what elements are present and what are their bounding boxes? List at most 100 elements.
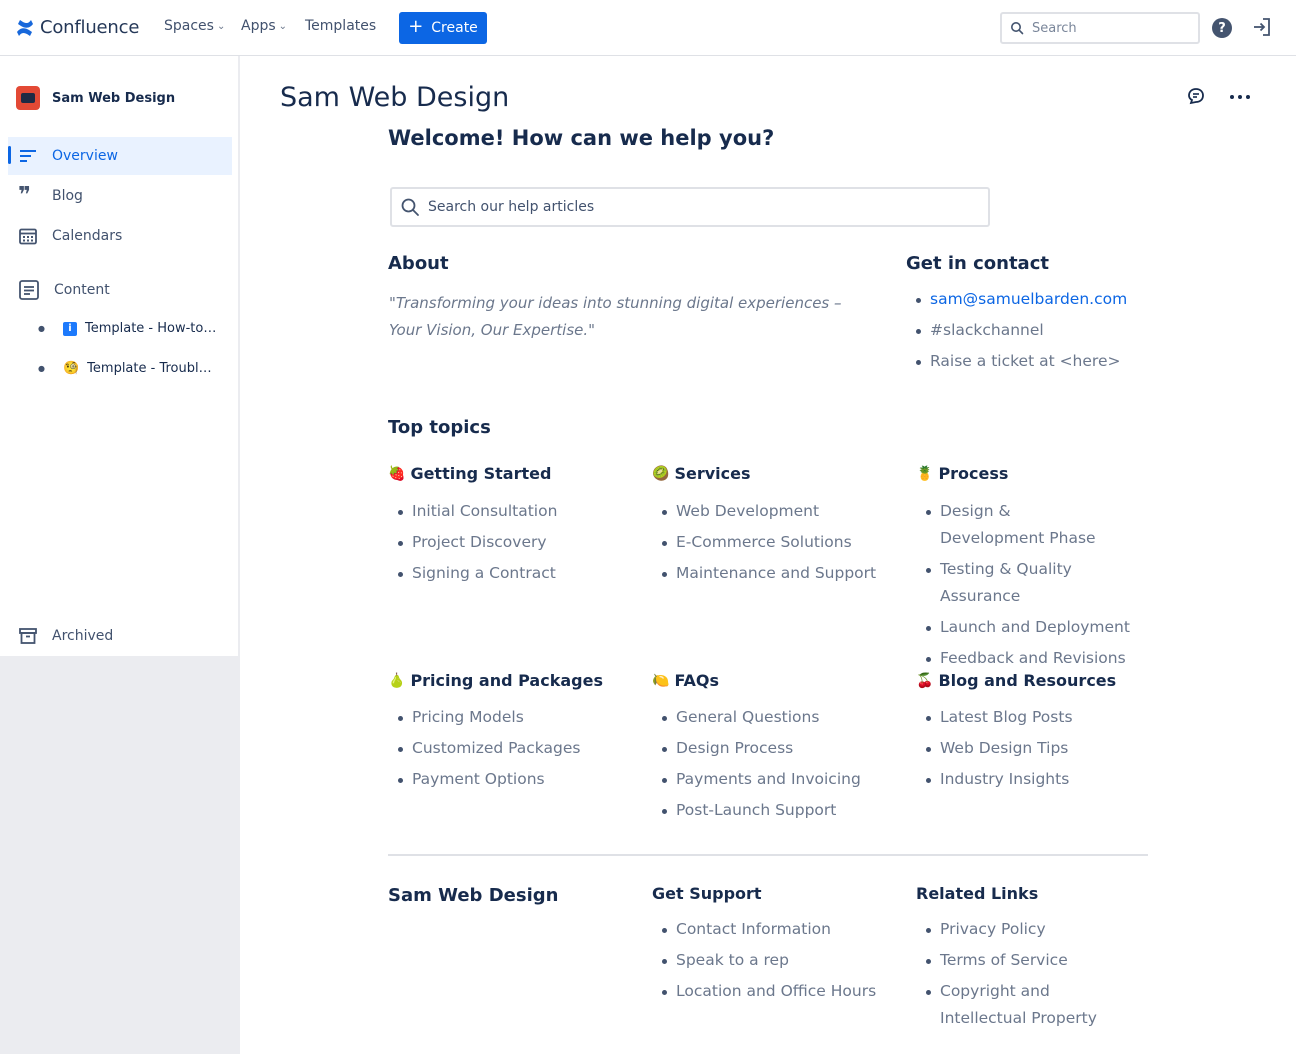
topic-list: Pricing Models Customized Packages Payme… [388,704,580,797]
list-item[interactable]: E-Commerce Solutions [652,529,876,556]
list-item[interactable]: Project Discovery [388,529,557,556]
topic-title: Getting Started [410,464,552,483]
topic-title: FAQs [674,671,720,690]
topic-faqs: 🍋 FAQs [652,671,719,690]
sidebar-child-label: Template - How-to… [84,321,217,336]
confluence-logo-icon [17,19,33,36]
cherries-icon: 🍒 [916,672,934,689]
list-item[interactable]: Contact Information [652,916,876,943]
sidebar-child-howto[interactable]: ● i Template - How-to… [38,321,216,336]
comment-icon[interactable] [1186,86,1206,106]
sidebar-child-label: Template - Troubl… [87,361,212,376]
topic-title: Process [938,464,1009,483]
list-item[interactable]: Payment Options [388,766,580,793]
help-icon[interactable]: ? [1212,18,1232,38]
sign-in-icon[interactable] [1252,17,1272,37]
get-support-heading: Get Support [652,884,762,903]
space-name: Sam Web Design [52,90,176,106]
list-item: Raise a ticket at <here> [906,348,1127,375]
more-actions-icon[interactable] [1228,87,1252,107]
sidebar-item-blog[interactable]: ❞ Blog [8,177,232,215]
list-item[interactable]: Design & Development Phase [916,498,1116,552]
list-item[interactable]: Terms of Service [916,947,1136,974]
templates-link[interactable]: Templates [305,18,376,34]
pineapple-icon: 🍍 [916,465,934,482]
page-title: Sam Web Design [280,82,510,113]
lemon-icon: 🍋 [652,672,670,689]
help-search-input[interactable] [428,199,968,215]
face-emoji-icon: 🧐 [62,361,80,376]
list-item[interactable]: Testing & Quality Assurance [916,556,1156,610]
list-item[interactable]: Payments and Invoicing [652,766,861,793]
list-item: #slackchannel [906,317,1127,344]
search-icon [1011,22,1024,35]
topic-title: Blog and Resources [938,671,1117,690]
content-icon [19,280,39,300]
list-item[interactable]: General Questions [652,704,861,731]
topic-list: Web Development E-Commerce Solutions Mai… [652,498,876,591]
chevron-down-icon: ⌄ [216,20,226,32]
brand-name: Confluence [40,17,140,38]
list-item[interactable]: Feedback and Revisions [916,645,1156,672]
list-item[interactable]: Signing a Contract [388,560,557,587]
quote-icon: ❞ [18,183,31,208]
list-item[interactable]: Web Development [652,498,876,525]
spaces-menu[interactable]: Spaces ⌄ [164,18,225,34]
overview-icon [20,150,36,162]
topic-services: 🥝 Services [652,464,750,483]
bullet-icon: ● [38,364,45,373]
help-search[interactable] [390,187,990,227]
list-item[interactable]: Design Process [652,735,861,762]
list-item[interactable]: sam@samuelbarden.com [906,286,1127,313]
sidebar-item-archived[interactable]: Archived [8,617,232,655]
topic-pricing: 🍐 Pricing and Packages [388,671,603,690]
create-label: Create [431,20,478,36]
email-link[interactable]: sam@samuelbarden.com [930,290,1127,308]
sidebar-item-label: Content [54,282,110,298]
top-topics-heading: Top topics [388,417,491,438]
list-item[interactable]: Web Design Tips [916,735,1073,762]
kiwi-icon: 🥝 [652,465,670,482]
confluence-logo[interactable]: Confluence [16,17,139,38]
apps-label: Apps [241,18,276,34]
welcome-heading: Welcome! How can we help you? [388,126,775,150]
plus-icon: + [408,16,424,37]
global-search[interactable] [1000,12,1200,44]
topic-title: Services [674,464,751,483]
sidebar-item-overview[interactable]: Overview [8,137,232,175]
list-item[interactable]: Post-Launch Support [652,797,861,824]
related-links-list: Privacy Policy Terms of Service Copyrigh… [916,916,1136,1036]
list-item[interactable]: Privacy Policy [916,916,1136,943]
sidebar-child-troubleshooting[interactable]: ● 🧐 Template - Troubl… [38,361,212,376]
sidebar-item-calendars[interactable]: Calendars [8,217,232,255]
list-item[interactable]: Speak to a rep [652,947,876,974]
list-item[interactable]: Location and Office Hours [652,978,876,1005]
bullet-icon: ● [38,324,45,333]
top-navigation-bar: Confluence Spaces ⌄ Apps ⌄ Templates + C… [0,0,1296,56]
global-search-input[interactable] [1032,20,1182,36]
space-avatar [16,86,40,110]
support-list: Contact Information Speak to a rep Locat… [652,916,876,1009]
list-item[interactable]: Initial Consultation [388,498,557,525]
sidebar-empty-area [0,656,240,1054]
list-item[interactable]: Launch and Deployment [916,614,1156,641]
create-button[interactable]: + Create [399,12,487,44]
list-item[interactable]: Customized Packages [388,735,580,762]
topic-list: Latest Blog Posts Web Design Tips Indust… [916,704,1073,797]
list-item[interactable]: Pricing Models [388,704,580,731]
sidebar-item-content[interactable]: Content [8,271,232,309]
strawberry-icon: 🍓 [388,465,406,482]
apps-menu[interactable]: Apps ⌄ [241,18,287,34]
space-header[interactable]: Sam Web Design [16,86,175,110]
list-item[interactable]: Maintenance and Support [652,560,876,587]
sidebar-item-label: Overview [52,148,118,164]
topic-title: Pricing and Packages [410,671,603,690]
list-item[interactable]: Latest Blog Posts [916,704,1073,731]
spaces-label: Spaces [164,18,214,34]
list-item[interactable]: Copyright and Intellectual Property [916,978,1136,1032]
related-links-heading: Related Links [916,884,1039,903]
list-item[interactable]: Industry Insights [916,766,1073,793]
chevron-down-icon: ⌄ [278,20,288,32]
topic-list: Initial Consultation Project Discovery S… [388,498,557,591]
calendar-icon [19,228,37,245]
